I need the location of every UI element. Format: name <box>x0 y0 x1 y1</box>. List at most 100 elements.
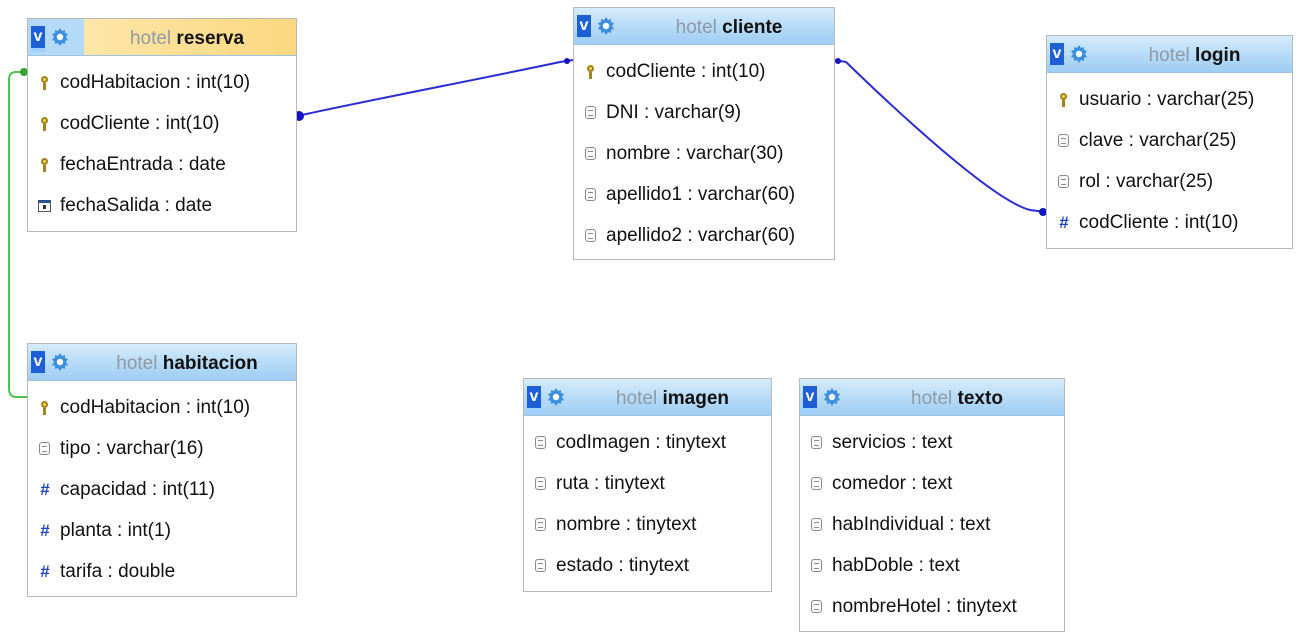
text-field-icon <box>534 476 548 491</box>
column-row[interactable]: apellido2 : varchar(60) <box>574 215 834 256</box>
text-field-icon <box>584 105 598 120</box>
column-label: estado : tinytext <box>556 554 690 576</box>
text-field-icon <box>534 517 548 532</box>
table-habitacion[interactable]: v hotel habitacion codHabitacion : int(1… <box>27 343 297 597</box>
text-field-icon <box>810 599 824 614</box>
table-header[interactable]: v hotel cliente <box>574 8 834 45</box>
column-row[interactable]: codHabitacion : int(10) <box>28 387 296 428</box>
column-label: nombre : tinytext <box>556 513 697 535</box>
table-title: hotel reserva <box>84 28 290 50</box>
column-label: fechaEntrada : date <box>60 153 226 175</box>
gear-icon[interactable] <box>50 352 70 372</box>
column-label: apellido2 : varchar(60) <box>606 224 796 246</box>
column-label: planta : int(1) <box>60 519 171 541</box>
column-row[interactable]: fechaSalida : date <box>28 185 296 226</box>
gear-icon[interactable] <box>822 387 842 407</box>
relation-reserva-habitacion <box>8 71 27 398</box>
toggle-icon[interactable]: v <box>527 386 541 412</box>
column-row[interactable]: codHabitacion : int(10) <box>28 62 296 103</box>
column-label: codImagen : tinytext <box>556 431 727 453</box>
gear-icon[interactable] <box>1069 44 1089 64</box>
column-label: clave : varchar(25) <box>1079 129 1237 151</box>
schema-name: hotel <box>675 17 717 38</box>
relation-end-cliente-right <box>835 58 841 64</box>
table-reserva[interactable]: v hotel reserva codHabitacion : int(10) … <box>27 18 297 232</box>
column-label: habDoble : text <box>832 554 960 576</box>
column-label: fechaSalida : date <box>60 194 213 216</box>
table-texto[interactable]: v hotel texto servicios : text comedor :… <box>799 378 1065 632</box>
key-icon <box>1057 92 1071 107</box>
table-header[interactable]: v hotel texto <box>800 379 1064 416</box>
table-title: hotel habitacion <box>84 353 290 375</box>
column-label: codCliente : int(10) <box>606 60 766 82</box>
column-row[interactable]: comedor : text <box>800 463 1064 504</box>
number-icon: # <box>40 561 50 581</box>
column-row[interactable]: nombreHotel : tinytext <box>800 586 1064 627</box>
column-row[interactable]: nombre : tinytext <box>524 504 771 545</box>
column-row[interactable]: apellido1 : varchar(60) <box>574 174 834 215</box>
table-name: habitacion <box>162 353 258 374</box>
column-label: usuario : varchar(25) <box>1079 88 1255 110</box>
column-row[interactable]: tipo : varchar(16) <box>28 428 296 469</box>
column-row[interactable]: habDoble : text <box>800 545 1064 586</box>
schema-name: hotel <box>1148 45 1190 66</box>
column-label: DNI : varchar(9) <box>606 101 742 123</box>
toggle-icon[interactable]: v <box>803 386 817 412</box>
text-field-icon <box>810 435 824 450</box>
toggle-icon[interactable]: v <box>1050 43 1064 69</box>
key-icon <box>38 400 52 415</box>
column-row[interactable]: # tarifa : double <box>28 551 296 592</box>
table-imagen[interactable]: v hotel imagen codImagen : tinytext ruta… <box>523 378 772 592</box>
table-login[interactable]: v hotel login usuario : varchar(25) clav… <box>1046 35 1293 249</box>
table-header[interactable]: v hotel login <box>1047 36 1292 73</box>
key-icon <box>584 64 598 79</box>
column-row[interactable]: estado : tinytext <box>524 545 771 586</box>
column-row[interactable]: codImagen : tinytext <box>524 422 771 463</box>
schema-name: hotel <box>615 388 658 409</box>
column-row[interactable]: servicios : text <box>800 422 1064 463</box>
schema-name: hotel <box>911 388 953 409</box>
column-row[interactable]: # capacidad : int(11) <box>28 469 296 510</box>
text-field-icon <box>810 517 824 532</box>
text-field-icon <box>1057 133 1071 148</box>
number-icon: # <box>40 520 50 540</box>
column-row[interactable]: rol : varchar(25) <box>1047 161 1292 202</box>
table-header[interactable]: v hotel imagen <box>524 379 771 416</box>
table-header[interactable]: v hotel habitacion <box>28 344 296 381</box>
key-icon <box>38 75 52 90</box>
toggle-icon[interactable]: v <box>577 15 591 41</box>
column-label: nombreHotel : tinytext <box>832 595 1017 617</box>
column-row[interactable]: usuario : varchar(25) <box>1047 79 1292 120</box>
table-name: texto <box>957 388 1003 409</box>
gear-icon[interactable] <box>50 27 70 47</box>
toggle-icon[interactable]: v <box>31 26 45 52</box>
relation-cliente-login <box>833 59 1047 213</box>
column-label: codHabitacion : int(10) <box>60 396 251 418</box>
column-row[interactable]: nombre : varchar(30) <box>574 133 834 174</box>
text-field-icon <box>810 558 824 573</box>
column-label: codCliente : int(10) <box>1079 211 1239 233</box>
column-label: tarifa : double <box>60 560 176 582</box>
column-label: habIndividual : text <box>832 513 991 535</box>
gear-icon[interactable] <box>546 387 566 407</box>
text-field-icon <box>810 476 824 491</box>
column-row[interactable]: codCliente : int(10) <box>574 51 834 92</box>
column-row[interactable]: # planta : int(1) <box>28 510 296 551</box>
table-header[interactable]: v hotel reserva <box>28 19 296 56</box>
column-row[interactable]: habIndividual : text <box>800 504 1064 545</box>
text-field-icon <box>534 435 548 450</box>
column-row[interactable]: codCliente : int(10) <box>28 103 296 144</box>
column-row[interactable]: clave : varchar(25) <box>1047 120 1292 161</box>
column-row[interactable]: # codCliente : int(10) <box>1047 202 1292 243</box>
date-icon <box>38 199 52 213</box>
gear-icon[interactable] <box>596 16 616 36</box>
table-name: reserva <box>176 28 245 49</box>
column-row[interactable]: DNI : varchar(9) <box>574 92 834 133</box>
schema-name: hotel <box>116 353 158 374</box>
column-row[interactable]: fechaEntrada : date <box>28 144 296 185</box>
column-row[interactable]: ruta : tinytext <box>524 463 771 504</box>
table-title: hotel login <box>1103 45 1286 67</box>
column-label: apellido1 : varchar(60) <box>606 183 796 205</box>
table-cliente[interactable]: v hotel cliente codCliente : int(10) DNI… <box>573 7 835 260</box>
toggle-icon[interactable]: v <box>31 351 45 377</box>
